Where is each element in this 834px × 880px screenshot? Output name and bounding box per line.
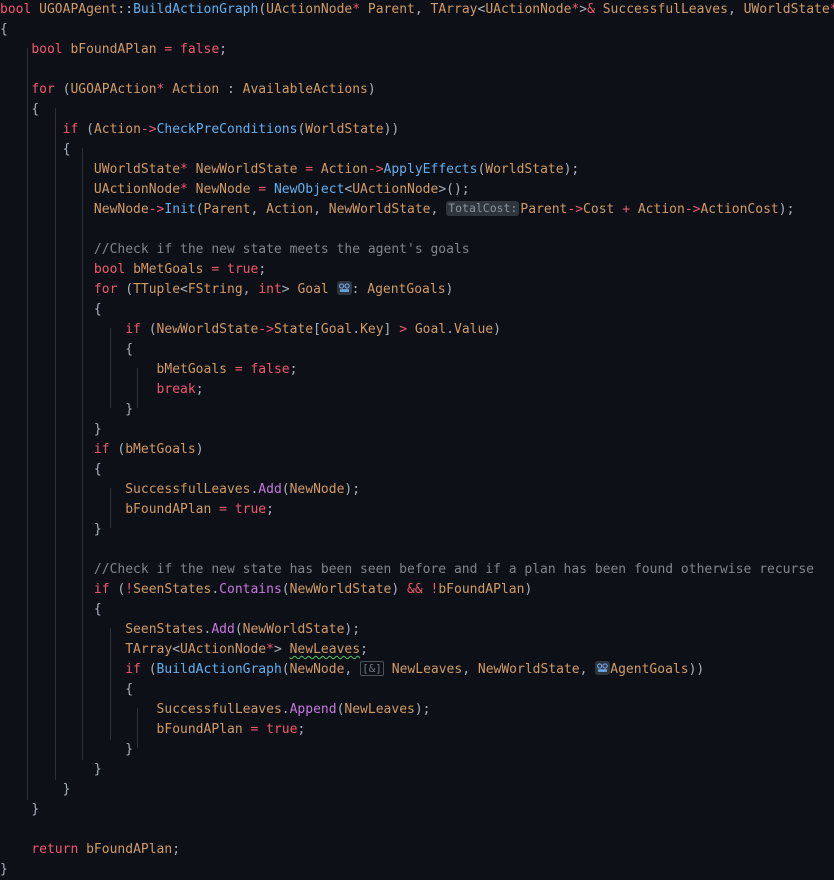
code-line: bool UGOAPAgent::BuildActionGraph(UActio… [0,2,834,17]
warning-token-newleaves: NewLeaves [289,642,361,657]
code-editor[interactable]: bool UGOAPAgent::BuildActionGraph(UActio… [0,0,834,877]
inlay-hint-totalcost: TotalCost: [446,201,520,216]
code-comment: //Check if the new state has been seen b… [93,562,814,577]
reference-parameter-icon [336,281,352,295]
inlay-hint-byref: [&] [360,661,384,676]
reference-parameter-icon [595,661,611,675]
code-comment: //Check if the new state meets the agent… [93,242,470,257]
